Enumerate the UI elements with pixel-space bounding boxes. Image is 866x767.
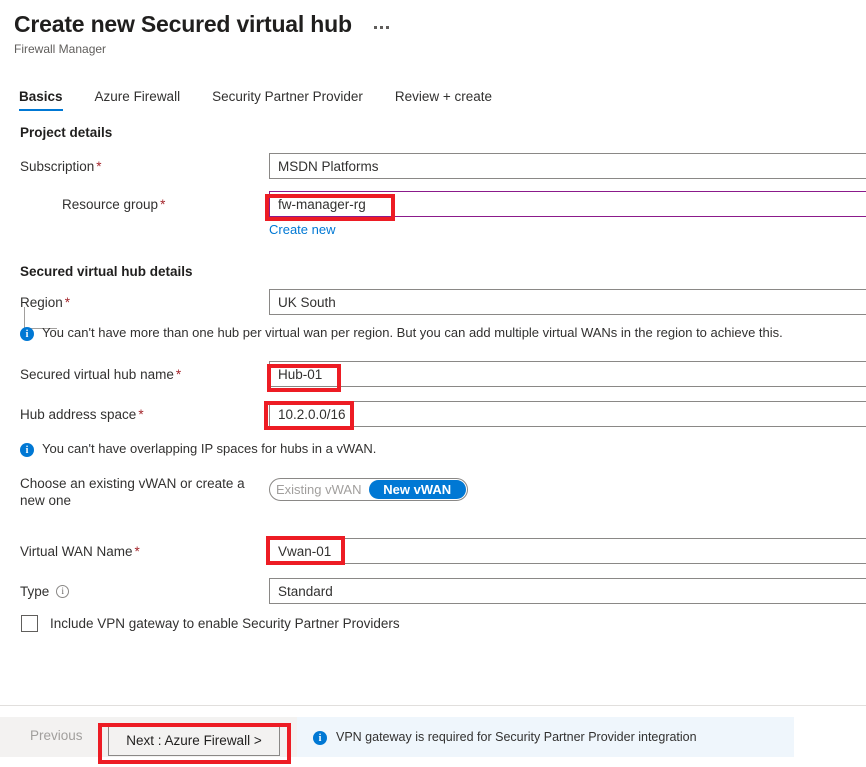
hub-address-space-input[interactable]: 10.2.0.0/16 bbox=[269, 401, 866, 427]
field-vwan-choice: Existing vWAN New vWAN bbox=[269, 478, 468, 501]
previous-button[interactable]: Previous bbox=[30, 728, 83, 743]
address-info-message: i You can't have overlapping IP spaces f… bbox=[20, 441, 846, 457]
ellipsis-icon[interactable] bbox=[370, 24, 393, 31]
row-hub-name: Secured virtual hub name* Hub-01 bbox=[0, 361, 866, 387]
row-subscription: Subscription* MSDN Platforms bbox=[0, 153, 866, 179]
label-resource-group: Resource group* bbox=[62, 197, 165, 212]
page-header: Create new Secured virtual hub Firewall … bbox=[0, 0, 866, 56]
type-dropdown[interactable]: Standard bbox=[269, 578, 866, 604]
row-hub-address-space: Hub address space* 10.2.0.0/16 bbox=[0, 401, 866, 427]
field-vwan-name: Vwan-01 bbox=[269, 538, 866, 564]
vpn-gateway-checkbox[interactable] bbox=[21, 615, 38, 632]
create-new-resource-group-link[interactable]: Create new bbox=[269, 222, 335, 237]
ellipsis-dot bbox=[374, 26, 377, 29]
address-info-text: You can't have overlapping IP spaces for… bbox=[42, 441, 376, 456]
tab-bar: Basics Azure Firewall Security Partner P… bbox=[16, 85, 866, 111]
label-vwan-name: Virtual WAN Name* bbox=[20, 544, 140, 559]
ellipsis-dot bbox=[386, 26, 389, 29]
label-type: Type i bbox=[20, 584, 69, 599]
field-resource-group: fw-manager-rg bbox=[269, 191, 866, 217]
region-info-text: You can't have more than one hub per vir… bbox=[42, 325, 783, 340]
tab-basics[interactable]: Basics bbox=[16, 85, 79, 111]
subscription-dropdown[interactable]: MSDN Platforms bbox=[269, 153, 866, 179]
footer-bar: Previous Next : Azure Firewall > i VPN g… bbox=[0, 705, 866, 767]
segment-new-vwan[interactable]: New vWAN bbox=[369, 480, 467, 499]
tab-security-partner-provider[interactable]: Security Partner Provider bbox=[196, 85, 379, 111]
section-hub-details: Secured virtual hub details bbox=[20, 264, 193, 279]
label-subscription: Subscription* bbox=[20, 159, 102, 174]
field-hub-address-space: 10.2.0.0/16 bbox=[269, 401, 866, 427]
label-hub-address-space: Hub address space* bbox=[20, 407, 144, 422]
page-title: Create new Secured virtual hub bbox=[14, 10, 352, 38]
region-info-message: i You can't have more than one hub per v… bbox=[20, 325, 846, 341]
resource-group-dropdown[interactable]: fw-manager-rg bbox=[269, 191, 866, 217]
next-azure-firewall-button[interactable]: Next : Azure Firewall > bbox=[108, 724, 280, 756]
row-type: Type i Standard bbox=[0, 578, 866, 604]
vwan-name-input[interactable]: Vwan-01 bbox=[269, 538, 866, 564]
footer-info-banner: i VPN gateway is required for Security P… bbox=[297, 717, 794, 757]
field-subscription: MSDN Platforms bbox=[269, 153, 866, 179]
info-icon: i bbox=[20, 443, 34, 457]
region-dropdown[interactable]: UK South bbox=[269, 289, 866, 315]
page-subtitle: Firewall Manager bbox=[14, 42, 866, 56]
vpn-gateway-checkbox-label: Include VPN gateway to enable Security P… bbox=[50, 616, 400, 631]
row-resource-group: Resource group* fw-manager-rg bbox=[0, 191, 866, 217]
row-region: Region* UK South bbox=[0, 289, 866, 315]
row-vpn-gateway-checkbox: Include VPN gateway to enable Security P… bbox=[21, 615, 400, 632]
section-project-details: Project details bbox=[20, 125, 112, 140]
info-icon: i bbox=[313, 731, 327, 745]
tab-azure-firewall[interactable]: Azure Firewall bbox=[79, 85, 197, 111]
title-row: Create new Secured virtual hub bbox=[14, 10, 866, 38]
ellipsis-dot bbox=[380, 26, 383, 29]
info-icon: i bbox=[20, 327, 34, 341]
info-outline-icon[interactable]: i bbox=[56, 585, 69, 598]
row-vwan-choice: Choose an existing vWAN or create a new … bbox=[0, 475, 866, 515]
tab-review-create[interactable]: Review + create bbox=[379, 85, 508, 111]
field-hub-name: Hub-01 bbox=[269, 361, 866, 387]
label-region: Region* bbox=[20, 295, 70, 310]
footer-banner-text: VPN gateway is required for Security Par… bbox=[336, 730, 697, 744]
label-hub-name: Secured virtual hub name* bbox=[20, 367, 181, 382]
field-region: UK South bbox=[269, 289, 866, 315]
label-vwan-choice: Choose an existing vWAN or create a new … bbox=[20, 475, 245, 509]
hub-name-input[interactable]: Hub-01 bbox=[269, 361, 866, 387]
vwan-choice-segmented-control[interactable]: Existing vWAN New vWAN bbox=[269, 478, 468, 501]
row-vwan-name: Virtual WAN Name* Vwan-01 bbox=[0, 538, 866, 564]
field-type: Standard bbox=[269, 578, 866, 604]
segment-existing-vwan[interactable]: Existing vWAN bbox=[270, 479, 368, 500]
